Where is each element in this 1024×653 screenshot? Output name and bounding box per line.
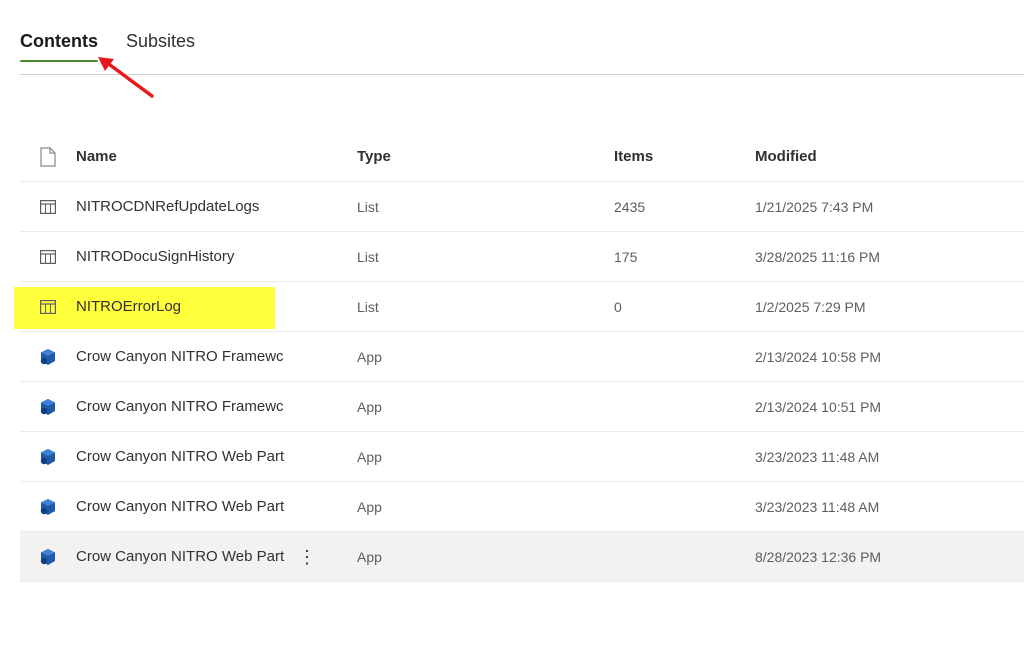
item-name-link[interactable]: NITROCDNRefUpdateLogs <box>76 198 357 215</box>
item-name-link[interactable]: Crow Canyon NITRO Framewc <box>76 398 357 415</box>
item-modified: 3/23/2023 11:48 AM <box>755 448 880 465</box>
table-row[interactable]: NITRODocuSignHistory List 175 3/28/2025 11:… <box>20 232 1024 282</box>
app-icon <box>20 448 76 466</box>
column-header-name[interactable]: Name <box>76 148 357 165</box>
item-count: 175 <box>614 248 638 265</box>
app-icon <box>20 548 76 566</box>
item-name-link[interactable]: Crow Canyon NITRO Framewc <box>76 348 357 365</box>
item-type: List <box>357 248 379 265</box>
column-header-type[interactable]: Type <box>357 148 614 165</box>
table-row[interactable]: Crow Canyon NITRO Framewc App 2/13/2024 10… <box>20 332 1024 382</box>
table-row[interactable]: Crow Canyon NITRO Framewc App 2/13/2024 10… <box>20 382 1024 432</box>
list-icon <box>20 249 76 264</box>
app-icon <box>20 348 76 366</box>
tab-contents[interactable]: Contents <box>20 28 98 62</box>
item-name[interactable]: Crow Canyon NITRO Web Part <box>76 548 292 565</box>
file-type-header-icon[interactable] <box>20 146 76 167</box>
item-type: App <box>357 548 382 565</box>
column-header-items[interactable]: Items <box>614 148 755 165</box>
table-row[interactable]: Crow Canyon NITRO Web Part App 8/28/2023 1… <box>20 532 1024 582</box>
item-name[interactable]: Crow Canyon NITRO Web Part <box>76 498 292 515</box>
list-icon <box>20 199 76 214</box>
table-row[interactable]: NITROCDNRefUpdateLogs List 2435 1/21/2025 7… <box>20 182 1024 232</box>
item-name[interactable]: Crow Canyon NITRO Framewc <box>76 348 292 365</box>
item-name-link[interactable]: Crow Canyon NITRO Web Part <box>76 448 357 465</box>
item-type: List <box>357 198 379 215</box>
item-name[interactable]: NITRODocuSignHistory <box>76 248 292 265</box>
item-modified: 8/28/2023 12:36 PM <box>755 548 882 565</box>
item-name[interactable]: Crow Canyon NITRO Framewc <box>76 398 292 415</box>
item-modified: 3/23/2023 11:48 AM <box>755 498 880 515</box>
item-name-link[interactable]: NITRODocuSignHistory <box>76 248 357 265</box>
item-type: App <box>357 398 382 415</box>
item-modified: 1/2/2025 7:29 PM <box>755 298 866 315</box>
table-row[interactable]: Crow Canyon NITRO Web Part App 3/23/2023 1… <box>20 432 1024 482</box>
list-icon <box>20 299 76 314</box>
item-modified: 2/13/2024 10:58 PM <box>755 348 882 365</box>
contents-table: Name Type Items Modified NITROCDNRefUpda… <box>14 132 1024 582</box>
item-name[interactable]: Crow Canyon NITRO Web Part <box>76 448 292 465</box>
table-header-row: Name Type Items Modified <box>20 132 1024 182</box>
app-icon <box>20 498 76 516</box>
site-contents-page: Contents Subsites Name Type Items Modifi… <box>0 0 1024 653</box>
item-modified: 2/13/2024 10:51 PM <box>755 398 882 415</box>
item-type: List <box>357 298 379 315</box>
item-count: 2435 <box>614 198 646 215</box>
app-icon <box>20 398 76 416</box>
table-row[interactable]: Crow Canyon NITRO Web Part App 3/23/2023 1… <box>20 482 1024 532</box>
item-name[interactable]: NITROErrorLog <box>76 298 292 315</box>
column-header-modified[interactable]: Modified <box>755 148 1024 165</box>
item-modified: 1/21/2025 7:43 PM <box>755 198 874 215</box>
item-type: App <box>357 348 382 365</box>
more-actions-icon[interactable]: ⋮ <box>298 548 316 566</box>
item-count: 0 <box>614 298 622 315</box>
item-name[interactable]: NITROCDNRefUpdateLogs <box>76 198 292 215</box>
item-modified: 3/28/2025 11:16 PM <box>755 248 881 265</box>
annotation-arrow-icon <box>98 57 154 98</box>
table-row[interactable]: NITROErrorLog List 0 1/2/2025 7:29 PM <box>14 282 1024 332</box>
item-type: App <box>357 448 382 465</box>
item-name-link[interactable]: Crow Canyon NITRO Web Part <box>76 498 357 515</box>
item-name-link[interactable]: NITROErrorLog <box>76 298 357 315</box>
item-type: App <box>357 498 382 515</box>
tabs-divider <box>20 74 1024 75</box>
